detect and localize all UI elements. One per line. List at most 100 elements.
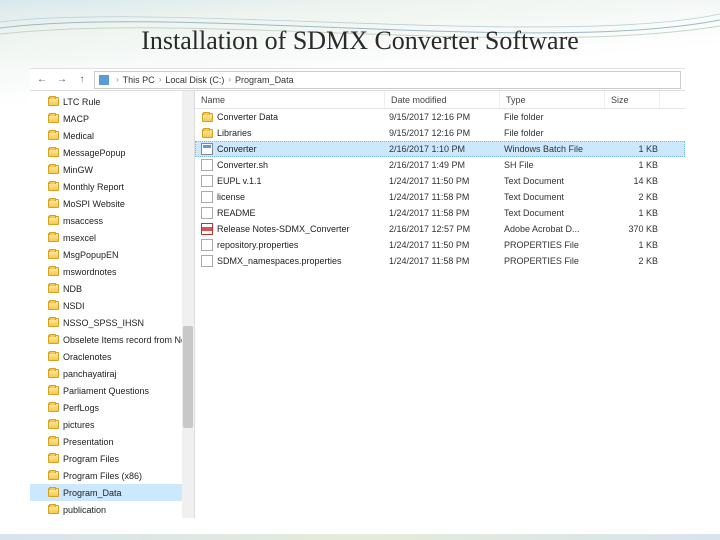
sidebar-item[interactable]: msaccess — [30, 212, 194, 229]
folder-icon — [201, 111, 213, 123]
file-date: 2/16/2017 12:57 PM — [389, 224, 504, 234]
chevron-right-icon: › — [226, 75, 233, 84]
sidebar-item[interactable]: PerfLogs — [30, 399, 194, 416]
folder-icon — [48, 199, 59, 208]
folder-icon — [201, 127, 213, 139]
sidebar-item[interactable]: Program_Data — [30, 484, 194, 501]
breadcrumb[interactable]: › This PC › Local Disk (C:) › Program_Da… — [94, 71, 681, 89]
txt-icon — [201, 175, 213, 187]
file-size: 1 KB — [609, 160, 664, 170]
sidebar-item-label: msaccess — [63, 216, 103, 226]
column-size-header[interactable]: Size — [605, 91, 660, 108]
file-icon — [201, 239, 213, 251]
sidebar-item-label: Oraclenotes — [63, 352, 112, 362]
sidebar-item[interactable]: publication — [30, 501, 194, 518]
file-icon — [201, 159, 213, 171]
folder-icon — [48, 488, 59, 497]
back-button[interactable]: ← — [34, 72, 50, 88]
file-row[interactable]: Converter2/16/2017 1:10 PMWindows Batch … — [195, 141, 685, 157]
file-row[interactable]: Libraries9/15/2017 12:16 PMFile folder — [195, 125, 685, 141]
file-date: 2/16/2017 1:49 PM — [389, 160, 504, 170]
folder-icon — [48, 454, 59, 463]
file-size: 2 KB — [609, 256, 664, 266]
file-type: PROPERTIES File — [504, 256, 609, 266]
up-button[interactable]: ↑ — [74, 72, 90, 88]
folder-icon — [48, 352, 59, 361]
sidebar-item-label: MinGW — [63, 165, 93, 175]
sidebar-item[interactable]: Monthly Report — [30, 178, 194, 195]
sidebar-item[interactable]: NDB — [30, 280, 194, 297]
file-type: Text Document — [504, 192, 609, 202]
file-date: 1/24/2017 11:58 PM — [389, 208, 504, 218]
folder-icon — [48, 420, 59, 429]
folder-icon — [48, 318, 59, 327]
scrollbar-thumb[interactable] — [183, 326, 193, 428]
sidebar-item[interactable]: Medical — [30, 127, 194, 144]
file-row[interactable]: SDMX_namespaces.properties1/24/2017 11:5… — [195, 253, 685, 269]
file-row[interactable]: repository.properties1/24/2017 11:50 PMP… — [195, 237, 685, 253]
sidebar-item[interactable]: MessagePopup — [30, 144, 194, 161]
folder-icon — [48, 386, 59, 395]
file-list[interactable]: Converter Data9/15/2017 12:16 PMFile fol… — [195, 109, 685, 518]
sidebar-scrollbar[interactable] — [182, 91, 194, 518]
sidebar-item[interactable]: pictures — [30, 416, 194, 433]
file-name: README — [217, 208, 389, 218]
sidebar-item[interactable]: Obselete Items record from Nov 2015 — [30, 331, 194, 348]
sidebar-item[interactable]: Presentation — [30, 433, 194, 450]
file-type: Text Document — [504, 176, 609, 186]
file-date: 2/16/2017 1:10 PM — [389, 144, 504, 154]
sidebar-item[interactable]: LTC Rule — [30, 93, 194, 110]
file-size: 1 KB — [609, 208, 664, 218]
sidebar-item-label: Medical — [63, 131, 94, 141]
file-row[interactable]: Converter Data9/15/2017 12:16 PMFile fol… — [195, 109, 685, 125]
file-name: Converter — [217, 144, 389, 154]
file-date: 1/24/2017 11:50 PM — [389, 176, 504, 186]
folder-icon — [48, 182, 59, 191]
folder-icon — [48, 505, 59, 514]
file-row[interactable]: Release Notes-SDMX_Converter2/16/2017 12… — [195, 221, 685, 237]
file-size: 1 KB — [609, 144, 664, 154]
column-type-header[interactable]: Type — [500, 91, 605, 108]
folder-icon — [48, 250, 59, 259]
folder-tree-sidebar[interactable]: LTC Rule MACP Medical MessagePopup MinGW Mont… — [30, 91, 195, 518]
folder-icon — [48, 233, 59, 242]
column-date-header[interactable]: Date modified — [385, 91, 500, 108]
column-name-header[interactable]: Name — [195, 91, 385, 108]
breadcrumb-item[interactable]: This PC — [123, 75, 155, 85]
forward-button[interactable]: → — [54, 72, 70, 88]
slide-footer-accent — [0, 534, 720, 540]
sidebar-item-label: LTC Rule — [63, 97, 100, 107]
file-date: 1/24/2017 11:58 PM — [389, 256, 504, 266]
sidebar-item[interactable]: MinGW — [30, 161, 194, 178]
sidebar-item[interactable]: msexcel — [30, 229, 194, 246]
file-row[interactable]: README1/24/2017 11:58 PMText Document1 K… — [195, 205, 685, 221]
sidebar-item-label: MsgPopupEN — [63, 250, 119, 260]
breadcrumb-item[interactable]: Program_Data — [235, 75, 294, 85]
sidebar-item[interactable]: MsgPopupEN — [30, 246, 194, 263]
sidebar-item[interactable]: NSSO_SPSS_IHSN — [30, 314, 194, 331]
file-row[interactable]: EUPL v.1.11/24/2017 11:50 PMText Documen… — [195, 173, 685, 189]
breadcrumb-item[interactable]: Local Disk (C:) — [165, 75, 224, 85]
file-name: EUPL v.1.1 — [217, 176, 389, 186]
chevron-right-icon: › — [157, 75, 164, 84]
sidebar-item[interactable]: MoSPI Website — [30, 195, 194, 212]
sidebar-item[interactable]: Parliament Questions — [30, 382, 194, 399]
sidebar-item[interactable]: Oraclenotes — [30, 348, 194, 365]
sidebar-item[interactable]: panchayatiraj — [30, 365, 194, 382]
sidebar-item-label: MACP — [63, 114, 89, 124]
sidebar-item[interactable]: NSDI — [30, 297, 194, 314]
folder-icon — [48, 471, 59, 480]
folder-icon — [48, 165, 59, 174]
sidebar-item[interactable]: mswordnotes — [30, 263, 194, 280]
file-row[interactable]: Converter.sh2/16/2017 1:49 PMSH File1 KB — [195, 157, 685, 173]
pdf-icon — [201, 223, 213, 235]
file-row[interactable]: license1/24/2017 11:58 PMText Document2 … — [195, 189, 685, 205]
sidebar-item[interactable]: MACP — [30, 110, 194, 127]
sidebar-item[interactable]: Program Files (x86) — [30, 467, 194, 484]
file-size: 370 KB — [609, 224, 664, 234]
file-type: Windows Batch File — [504, 144, 609, 154]
sidebar-item[interactable]: Program Files — [30, 450, 194, 467]
slide-title: Installation of SDMX Converter Software — [0, 26, 720, 56]
file-size: 14 KB — [609, 176, 664, 186]
file-icon — [201, 255, 213, 267]
